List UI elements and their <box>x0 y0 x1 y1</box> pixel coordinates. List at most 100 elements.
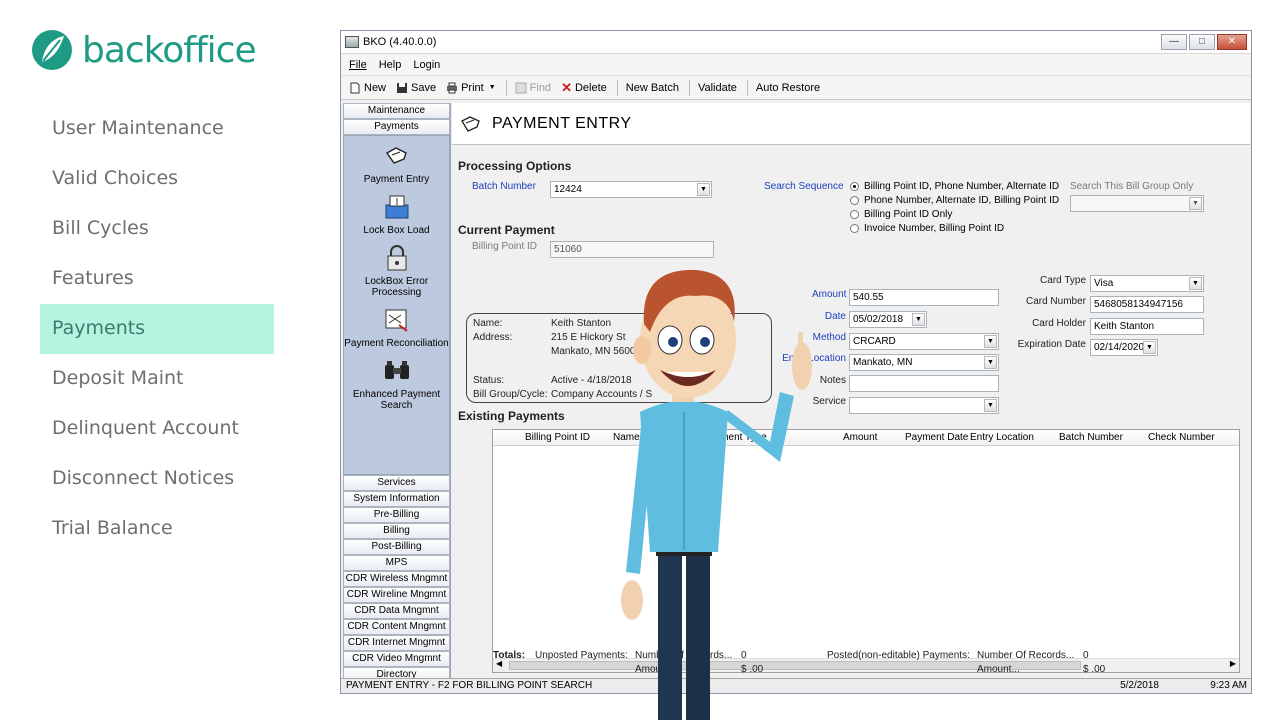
card-number-input[interactable]: 5468058134947156 <box>1090 296 1204 313</box>
title-bar: BKO (4.40.0.0) — □ ✕ <box>341 31 1251 54</box>
nav-cdr-wireline[interactable]: CDR Wireline Mngmnt <box>343 587 450 603</box>
notes-input[interactable] <box>849 375 999 392</box>
new-document-icon <box>350 82 360 93</box>
billing-point-id-input[interactable]: 51060 <box>550 241 714 258</box>
chevron-down-icon[interactable]: ▼ <box>1189 197 1202 210</box>
date-select[interactable]: 05/02/2018 ▼ <box>849 311 927 328</box>
radio-search-invoice[interactable]: Invoice Number, Billing Point ID <box>850 223 1004 234</box>
panel-payment-reconciliation[interactable]: Payment Reconciliation <box>344 306 449 349</box>
status-message: PAYMENT ENTRY - F2 FOR BILLING POINT SEA… <box>346 680 593 691</box>
radio-label: Invoice Number, Billing Point ID <box>864 223 1005 234</box>
chevron-down-icon[interactable]: ▼ <box>984 356 997 369</box>
print-button[interactable]: Print ▼ <box>446 82 496 94</box>
chevron-down-icon[interactable]: ▼ <box>1143 341 1156 354</box>
menu-login[interactable]: Login <box>413 59 440 71</box>
nav-services[interactable]: Services <box>343 475 450 491</box>
nav-cdr-wireless[interactable]: CDR Wireless Mngmnt <box>343 571 450 587</box>
expiration-date-select[interactable]: 02/14/2020 ▼ <box>1090 339 1158 356</box>
nav-item-bill-cycles[interactable]: Bill Cycles <box>40 204 274 254</box>
panel-payment-reconciliation-label: Payment Reconciliation <box>344 338 449 349</box>
date-value: 05/02/2018 <box>853 314 904 325</box>
chevron-down-icon[interactable]: ▼ <box>984 399 997 412</box>
nav-item-delinquent-account[interactable]: Delinquent Account <box>40 404 274 454</box>
current-payment-heading: Current Payment <box>458 223 555 237</box>
radio-label: Billing Point ID Only <box>864 209 953 220</box>
col-check-number[interactable]: Check Number <box>1148 432 1215 443</box>
nav-system-information[interactable]: System Information <box>343 491 450 507</box>
nav-mps[interactable]: MPS <box>343 555 450 571</box>
panel-payment-entry[interactable]: Payment Entry <box>344 142 449 185</box>
panel-lock-box-load[interactable]: Lock Box Load <box>344 193 449 236</box>
new-label: New <box>364 81 387 94</box>
new-button[interactable]: New <box>349 82 386 94</box>
service-select[interactable]: ▼ <box>849 397 999 414</box>
col-entry-location[interactable]: Entry Location <box>970 432 1034 443</box>
chevron-down-icon[interactable]: ▼ <box>1189 277 1202 290</box>
auto-restore-label: Auto Restore <box>755 81 821 94</box>
panel-enhanced-payment-search[interactable]: Enhanced Payment Search <box>344 357 449 411</box>
auto-restore-button[interactable]: Auto Restore <box>756 82 820 94</box>
bill-group-select[interactable]: ▼ <box>1070 195 1204 212</box>
chevron-down-icon[interactable]: ▼ <box>912 313 925 326</box>
card-type-select[interactable]: Visa ▼ <box>1090 275 1204 292</box>
menu-file[interactable]: File <box>349 59 367 71</box>
chevron-down-icon[interactable]: ▼ <box>984 335 997 348</box>
col-amount[interactable]: Amount <box>843 432 877 443</box>
col-payment-date[interactable]: Payment Date <box>905 432 968 443</box>
toolbar-separator <box>505 79 507 96</box>
new-batch-button[interactable]: New Batch <box>626 82 679 94</box>
panel-lockbox-error-processing[interactable]: LockBox Error Processing <box>344 244 449 298</box>
nav-maintenance[interactable]: Maintenance <box>343 103 450 119</box>
presenter-character-illustration <box>621 269 812 720</box>
col-batch-number[interactable]: Batch Number <box>1059 432 1123 443</box>
nav-payments[interactable]: Payments <box>343 119 450 135</box>
leaf-logo-icon <box>32 30 72 70</box>
radio-search-bpid[interactable]: Billing Point ID, Phone Number, Alternat… <box>850 181 1059 192</box>
print-label: Print <box>461 81 484 94</box>
amount-input[interactable]: 540.55 <box>849 289 999 306</box>
nav-item-payments[interactable]: Payments <box>40 304 274 354</box>
batch-number-select[interactable]: 12424 ▼ <box>550 181 712 198</box>
expiration-date-label: Expiration Date <box>1017 339 1086 350</box>
nav-item-valid-choices[interactable]: Valid Choices <box>40 154 274 204</box>
save-button[interactable]: Save <box>396 82 436 94</box>
col-billing-point-id[interactable]: Billing Point ID <box>525 432 590 443</box>
minimize-button[interactable]: — <box>1161 34 1187 50</box>
method-select[interactable]: CRCARD ▼ <box>849 333 999 350</box>
radio-search-bpid-only[interactable]: Billing Point ID Only <box>850 209 952 220</box>
nav-pre-billing[interactable]: Pre-Billing <box>343 507 450 523</box>
nav-item-trial-balance[interactable]: Trial Balance <box>40 504 274 554</box>
nav-item-deposit-maint[interactable]: Deposit Maint <box>40 354 274 404</box>
maximize-button[interactable]: □ <box>1189 34 1215 50</box>
existing-payments-heading: Existing Payments <box>458 409 565 423</box>
delete-button[interactable]: ✕ Delete <box>561 80 607 96</box>
payments-panel: Payment Entry Lock Box Load LockBox Erro… <box>343 135 450 475</box>
padlock-icon <box>387 245 406 271</box>
name-label: Name: <box>473 318 503 329</box>
nav-item-user-maintenance[interactable]: User Maintenance <box>40 104 274 154</box>
status-time: 9:23 AM <box>1210 680 1247 691</box>
nav-item-features[interactable]: Features <box>40 254 274 304</box>
validate-button[interactable]: Validate <box>698 82 737 94</box>
existing-payments-grid[interactable]: Billing Point ID Name Payment Type Amoun… <box>492 429 1240 673</box>
scroll-right-icon[interactable]: ▶ <box>1230 659 1236 668</box>
print-dropdown-icon[interactable]: ▼ <box>489 84 496 91</box>
nav-billing[interactable]: Billing <box>343 523 450 539</box>
card-holder-input[interactable]: Keith Stanton <box>1090 318 1204 335</box>
page-title: PAYMENT ENTRY <box>492 114 632 132</box>
toolbar-separator <box>688 79 690 96</box>
nav-cdr-video[interactable]: CDR Video Mngmnt <box>343 651 450 667</box>
nav-cdr-data[interactable]: CDR Data Mngmnt <box>343 603 450 619</box>
binoculars-icon <box>384 361 409 379</box>
find-button[interactable]: Find <box>515 82 551 94</box>
nav-item-disconnect-notices[interactable]: Disconnect Notices <box>40 454 274 504</box>
posted-records-label: Number Of Records... <box>977 650 1075 661</box>
nav-post-billing[interactable]: Post-Billing <box>343 539 450 555</box>
nav-cdr-internet[interactable]: CDR Internet Mngmnt <box>343 635 450 651</box>
menu-help[interactable]: Help <box>379 59 402 71</box>
radio-search-phone[interactable]: Phone Number, Alternate ID, Billing Poin… <box>850 195 1059 206</box>
chevron-down-icon[interactable]: ▼ <box>697 183 710 196</box>
nav-cdr-content[interactable]: CDR Content Mngmnt <box>343 619 450 635</box>
entry-location-select[interactable]: Mankato, MN ▼ <box>849 354 999 371</box>
close-button[interactable]: ✕ <box>1217 34 1247 50</box>
